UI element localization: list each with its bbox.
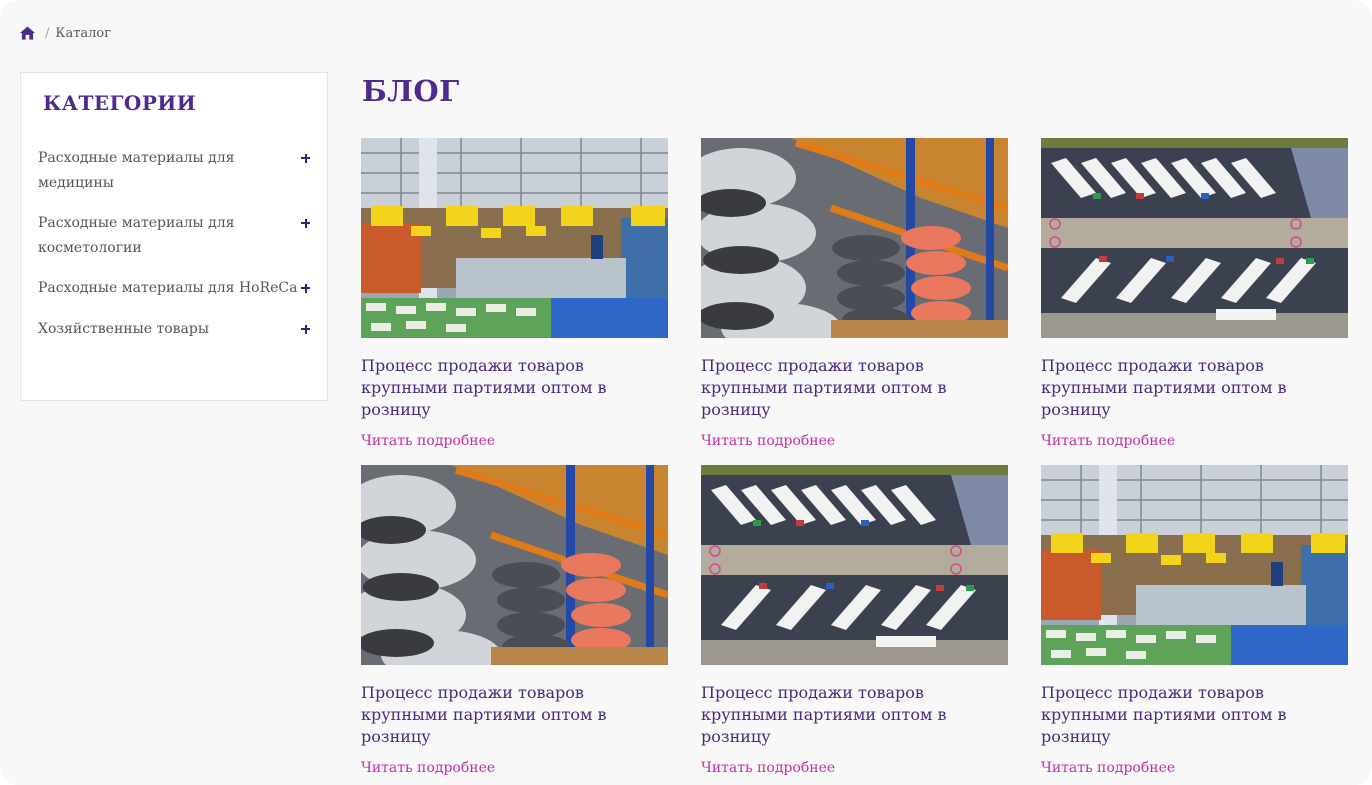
warehouse-interior-photo[interactable] xyxy=(1041,465,1348,665)
category-cosmetology[interactable]: Расходные материалы для косметологии xyxy=(38,211,310,261)
read-more-link[interactable]: Читать подробнее xyxy=(701,760,835,776)
breadcrumb-separator: / xyxy=(45,25,50,41)
blog-card: Процесс продажи товаров крупными партиям… xyxy=(361,465,668,776)
read-more-link[interactable]: Читать подробнее xyxy=(1041,433,1175,449)
category-label: Хозяйственные товары xyxy=(38,321,209,337)
read-more-link[interactable]: Читать подробнее xyxy=(701,433,835,449)
blog-card: Процесс продажи товаров крупными партиям… xyxy=(1041,138,1348,449)
post-title[interactable]: Процесс продажи товаров крупными партиям… xyxy=(701,355,1001,421)
fabric-rolls-photo[interactable] xyxy=(701,138,1008,338)
plus-icon[interactable] xyxy=(301,146,310,171)
category-medicine[interactable]: Расходные материалы для медицины xyxy=(38,146,310,196)
read-more-link[interactable]: Читать подробнее xyxy=(361,433,495,449)
category-label: Расходные материалы для косметологии xyxy=(38,215,235,256)
blog-card: Процесс продажи товаров крупными партиям… xyxy=(361,138,668,449)
blog-card: Процесс продажи товаров крупными партиям… xyxy=(1041,465,1348,776)
post-title[interactable]: Процесс продажи товаров крупными партиям… xyxy=(1041,355,1341,421)
breadcrumb: / Каталог xyxy=(20,24,111,42)
post-title[interactable]: Процесс продажи товаров крупными партиям… xyxy=(361,682,661,748)
page-title: БЛОГ xyxy=(362,74,460,108)
truck-parking-aerial-photo[interactable] xyxy=(701,465,1008,665)
home-icon[interactable] xyxy=(20,26,35,40)
plus-icon[interactable] xyxy=(301,317,310,342)
category-household[interactable]: Хозяйственные товары xyxy=(38,317,310,342)
read-more-link[interactable]: Читать подробнее xyxy=(361,760,495,776)
post-title[interactable]: Процесс продажи товаров крупными партиям… xyxy=(1041,682,1341,748)
read-more-link[interactable]: Читать подробнее xyxy=(1041,760,1175,776)
page: / Каталог КАТЕГОРИИ Расходные материалы … xyxy=(0,0,1372,785)
warehouse-interior-photo[interactable] xyxy=(361,138,668,338)
plus-icon[interactable] xyxy=(301,211,310,236)
fabric-rolls-photo[interactable] xyxy=(361,465,668,665)
blog-card: Процесс продажи товаров крупными партиям… xyxy=(701,465,1008,776)
blog-card: Процесс продажи товаров крупными партиям… xyxy=(701,138,1008,449)
truck-parking-aerial-photo[interactable] xyxy=(1041,138,1348,338)
categories-sidebar: КАТЕГОРИИ Расходные материалы для медици… xyxy=(20,72,328,401)
post-title[interactable]: Процесс продажи товаров крупными партиям… xyxy=(361,355,661,421)
category-label: Расходные материалы для HoReCa xyxy=(38,280,298,296)
category-label: Расходные материалы для медицины xyxy=(38,150,235,191)
breadcrumb-current: Каталог xyxy=(55,25,112,41)
post-title[interactable]: Процесс продажи товаров крупными партиям… xyxy=(701,682,1001,748)
plus-icon[interactable] xyxy=(301,276,310,301)
sidebar-title: КАТЕГОРИИ xyxy=(43,91,197,115)
category-horeca[interactable]: Расходные материалы для HoReCa xyxy=(38,276,310,301)
